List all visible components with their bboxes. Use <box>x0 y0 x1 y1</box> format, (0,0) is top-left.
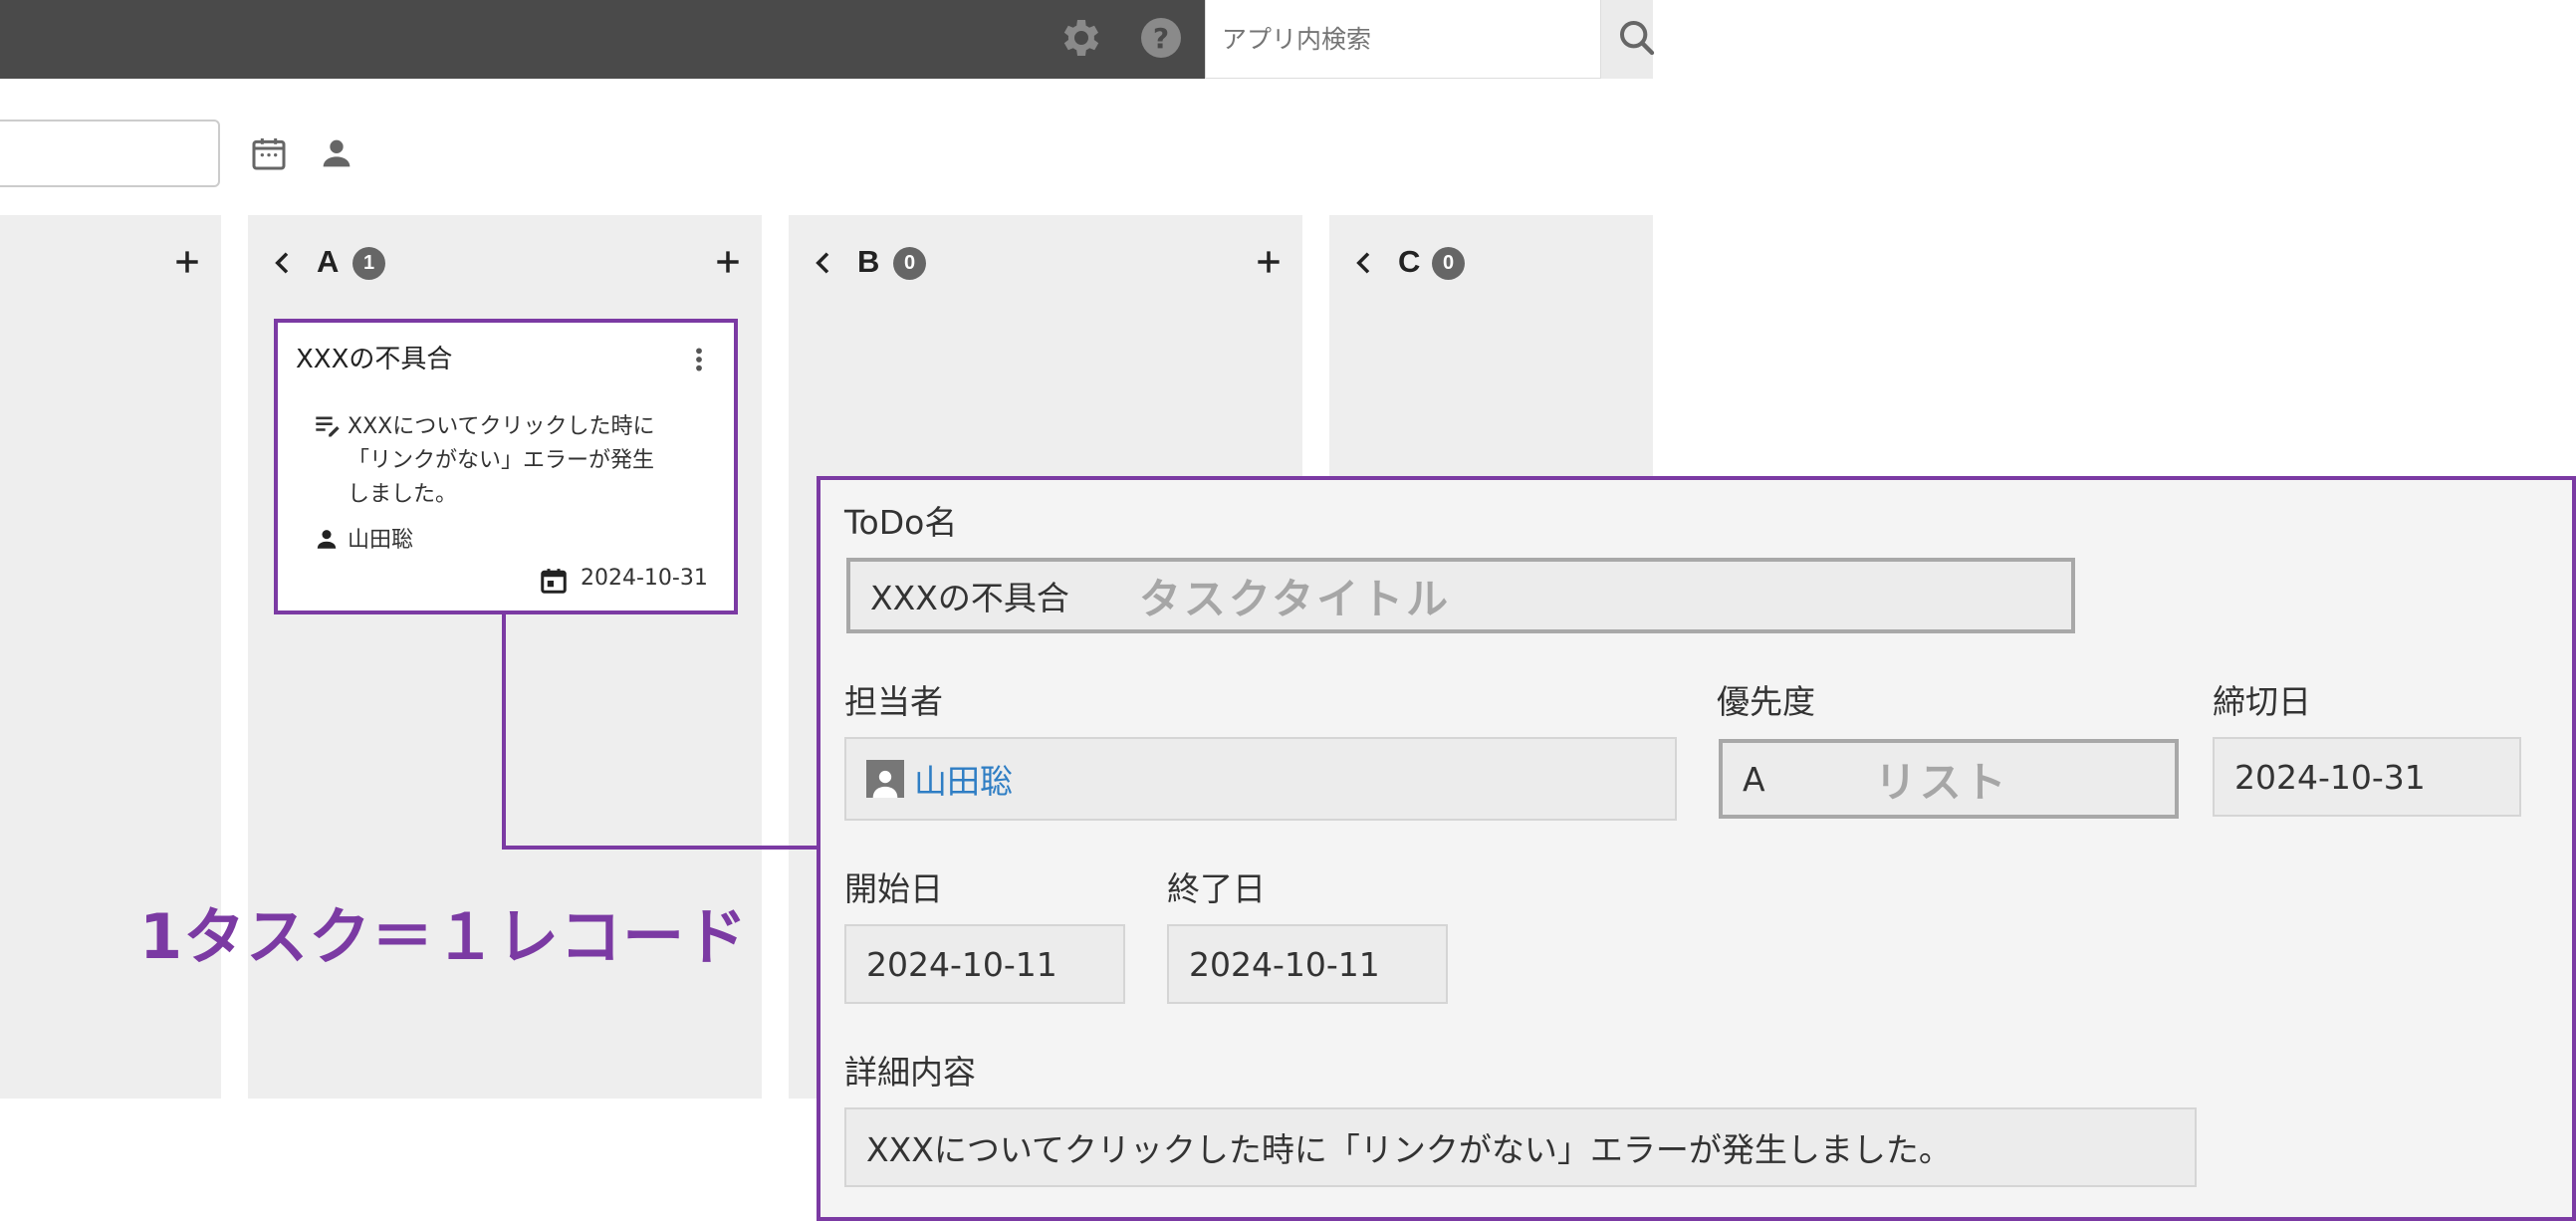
deadline-label: 締切日 <box>2213 682 2311 721</box>
detail-label: 詳細内容 <box>844 1053 976 1092</box>
chevron-left-icon[interactable] <box>1352 247 1376 279</box>
caption-text: 1タスク＝１レコード <box>139 900 749 973</box>
card-due-date: 2024-10-31 <box>581 566 708 591</box>
help-icon[interactable]: ? <box>1137 14 1185 62</box>
record-form-panel: ToDo名 XXXの不具合 タスクタイトル 担当者 山田聡 優先度 A リスト … <box>817 476 2576 1221</box>
start-date-field[interactable]: 2024-10-11 <box>844 924 1125 1004</box>
task-card[interactable]: XXXの不具合 XXXについてクリックした時に 「リンクがない」エラーが発生 し… <box>274 319 738 614</box>
chevron-left-icon[interactable] <box>812 247 835 279</box>
description-icon <box>316 416 340 437</box>
calendar-event-icon <box>541 569 567 594</box>
end-date-label: 終了日 <box>1167 869 1266 908</box>
card-title: XXXの不具合 <box>296 345 453 374</box>
person-icon[interactable] <box>317 133 356 173</box>
todo-name-field[interactable]: XXXの不具合 タスクタイトル <box>846 558 2075 633</box>
column-title-b: B <box>857 244 880 279</box>
todo-name-hint: タスクタイトル <box>1138 574 1452 623</box>
app-header: ? <box>0 0 1205 79</box>
card-description-line: しました。 <box>348 482 458 507</box>
column-title-c: C <box>1398 244 1421 279</box>
detail-field[interactable]: XXXについてクリックした時に「リンクがない」エラーが発生しました。 <box>844 1107 2197 1187</box>
calendar-icon[interactable] <box>249 133 289 173</box>
end-date-field[interactable]: 2024-10-11 <box>1167 924 1448 1004</box>
column-count-badge-a: 1 <box>352 247 385 280</box>
add-card-icon[interactable] <box>712 246 744 278</box>
column-title-a: A <box>317 244 340 279</box>
deadline-field[interactable]: 2024-10-31 <box>2213 737 2521 817</box>
card-description-line: 「リンクがない」エラーが発生 <box>348 448 655 473</box>
priority-hint: リスト <box>1874 757 2009 807</box>
search-icon <box>1620 21 1655 56</box>
card-description-line: XXXについてクリックした時に <box>348 414 655 439</box>
column-count-badge-c: 0 <box>1432 247 1465 280</box>
add-card-icon[interactable] <box>171 246 203 278</box>
deadline-value: 2024-10-31 <box>2234 757 2426 797</box>
person-icon <box>317 530 337 549</box>
assignee-link[interactable]: 山田聡 <box>914 755 1013 803</box>
start-date-label: 開始日 <box>844 869 943 908</box>
more-vertical-icon[interactable] <box>694 347 704 372</box>
card-assignee: 山田聡 <box>348 528 414 553</box>
app-search-box <box>1205 0 1603 79</box>
user-avatar-icon <box>866 760 904 798</box>
add-card-icon[interactable] <box>1253 246 1285 278</box>
assignee-field[interactable]: 山田聡 <box>844 737 1677 821</box>
assignee-label: 担当者 <box>844 682 943 721</box>
search-button[interactable] <box>1600 0 1655 79</box>
svg-text:?: ? <box>1153 22 1169 55</box>
todo-name-label: ToDo名 <box>844 503 958 542</box>
start-date-value: 2024-10-11 <box>866 944 1057 984</box>
priority-label: 優先度 <box>1717 682 1815 721</box>
end-date-value: 2024-10-11 <box>1189 944 1380 984</box>
detail-value: XXXについてクリックした時に「リンクがない」エラーが発生しました。 <box>866 1130 1952 1169</box>
priority-field[interactable]: A リスト <box>1719 739 2179 819</box>
chevron-left-icon[interactable] <box>271 247 295 279</box>
app-search-input[interactable] <box>1220 23 1603 55</box>
connector-line <box>502 614 506 850</box>
todo-name-value: XXXの不具合 <box>870 579 1069 617</box>
filter-input[interactable] <box>0 120 220 187</box>
column-count-badge-b: 0 <box>893 247 926 280</box>
connector-line <box>502 846 819 850</box>
gear-icon[interactable] <box>1055 14 1103 62</box>
priority-value: A <box>1743 759 1765 799</box>
